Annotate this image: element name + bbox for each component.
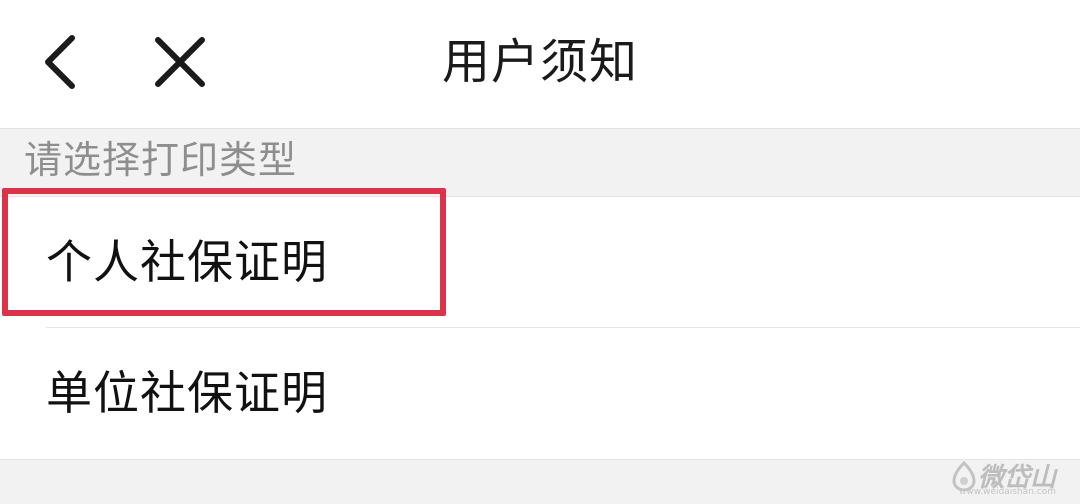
chevron-left-icon: [45, 35, 75, 89]
watermark: 微岱山 www.weidaishan.com: [950, 457, 1056, 497]
watermark-logo-icon: [952, 460, 976, 491]
watermark-url: www.weidaishan.com: [959, 487, 1056, 497]
close-icon: [155, 37, 205, 87]
nav-bar: 用户须知: [0, 0, 1080, 129]
close-button[interactable]: [144, 22, 216, 102]
page: 用户须知 请选择打印类型 个人社保证明 单位社保证明 微岱山 www.weida…: [0, 0, 1080, 504]
print-type-list: 个人社保证明 单位社保证明: [0, 196, 1080, 460]
list-item-personal-certificate[interactable]: 个人社保证明: [0, 197, 1080, 328]
list-item-label: 个人社保证明: [46, 235, 328, 289]
section-header-label: 请选择打印类型: [24, 138, 298, 182]
list-item-label: 单位社保证明: [46, 366, 328, 420]
list-item-company-certificate[interactable]: 单位社保证明: [0, 328, 1080, 458]
back-button[interactable]: [28, 22, 92, 102]
section-header: 请选择打印类型: [0, 129, 1080, 196]
